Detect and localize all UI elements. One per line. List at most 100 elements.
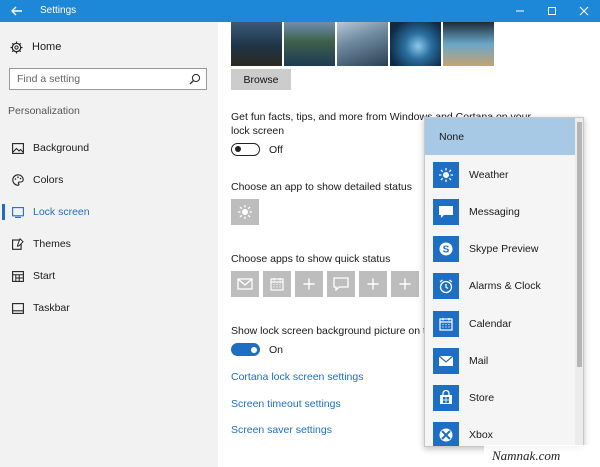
app-option-xbox[interactable]: Xbox: [425, 416, 575, 446]
xbox-icon: [433, 421, 459, 446]
background-on-signin-toggle-row: On: [231, 343, 283, 356]
search-icon[interactable]: [189, 73, 201, 88]
maximize-button[interactable]: [536, 0, 568, 22]
app-option-label: Alarms & Clock: [469, 279, 541, 292]
sidebar-item-label: Taskbar: [33, 302, 70, 314]
taskbar-icon: [12, 302, 24, 314]
background-on-signin-toggle[interactable]: [231, 343, 260, 356]
sidebar-item-label: Colors: [33, 174, 64, 186]
app-option-label: Messaging: [469, 205, 520, 218]
sidebar-item-colors[interactable]: Colors: [0, 164, 218, 196]
sidebar-nav: Background Colors Lock screen Themes Sta…: [0, 132, 218, 324]
app-option-alarms-clock[interactable]: Alarms & Clock: [425, 267, 575, 304]
app-option-store[interactable]: Store: [425, 379, 575, 416]
window-title: Settings: [40, 5, 77, 16]
app-option-label: Calendar: [469, 317, 512, 330]
recent-picture-4[interactable]: [390, 22, 441, 66]
close-button[interactable]: [568, 0, 600, 22]
recent-picture-5[interactable]: [443, 22, 494, 66]
calendar-icon: [270, 278, 284, 291]
quick-status-add-button-2[interactable]: [359, 271, 387, 297]
calendar-icon: [433, 310, 459, 337]
weather-icon: [433, 161, 459, 188]
title-bar: Settings: [0, 0, 600, 22]
back-arrow-icon: [11, 6, 22, 16]
sidebar: Home Personalization Background Colors L…: [0, 22, 218, 467]
flyout-scrollbar-thumb[interactable]: [577, 122, 582, 367]
minimize-icon: [516, 10, 524, 12]
image-icon: [12, 142, 24, 154]
plus-icon: [303, 278, 315, 290]
screen-saver-settings-link[interactable]: Screen saver settings: [231, 424, 332, 436]
sidebar-item-themes[interactable]: Themes: [0, 228, 218, 260]
background-on-signin-toggle-state: On: [269, 343, 284, 356]
back-button[interactable]: [0, 0, 34, 22]
recent-picture-1[interactable]: [231, 22, 282, 66]
app-option-skype-preview[interactable]: S Skype Preview: [425, 230, 575, 267]
store-icon: [433, 384, 459, 411]
themes-icon: [12, 238, 24, 250]
home-nav-item[interactable]: Home: [10, 39, 61, 55]
sidebar-item-label: Background: [33, 142, 90, 154]
quick-status-add-button-1[interactable]: [295, 271, 323, 297]
weather-icon: [238, 205, 252, 219]
recent-pictures-strip: [231, 22, 494, 66]
gear-icon: [10, 41, 23, 53]
fun-facts-toggle-row: Off: [231, 143, 283, 156]
search-input[interactable]: [10, 69, 180, 89]
maximize-icon: [548, 7, 556, 15]
quick-status-tiles: [231, 271, 419, 297]
sidebar-item-label: Lock screen: [33, 206, 90, 218]
home-label: Home: [32, 41, 62, 53]
app-option-none[interactable]: None: [425, 118, 575, 155]
start-icon: [12, 270, 24, 282]
browse-button[interactable]: Browse: [231, 69, 291, 90]
app-option-messaging[interactable]: Messaging: [425, 193, 575, 230]
sidebar-item-label: Start: [33, 270, 56, 282]
app-option-mail[interactable]: Mail: [425, 342, 575, 379]
cortana-lock-screen-settings-link[interactable]: Cortana lock screen settings: [231, 371, 363, 383]
app-option-label: Xbox: [469, 428, 493, 441]
search-box[interactable]: [9, 68, 207, 90]
fun-facts-toggle-state: Off: [269, 143, 283, 156]
app-option-label: Mail: [469, 354, 489, 367]
detailed-status-app-button[interactable]: [231, 199, 259, 225]
mail-icon: [433, 347, 459, 374]
recent-picture-2[interactable]: [284, 22, 335, 66]
screen-timeout-settings-link[interactable]: Screen timeout settings: [231, 398, 341, 410]
svg-text:S: S: [443, 244, 450, 255]
messaging-icon: [433, 198, 459, 225]
messaging-icon: [333, 277, 349, 291]
sidebar-item-taskbar[interactable]: Taskbar: [0, 292, 218, 324]
quick-status-label: Choose apps to show quick status: [231, 253, 391, 265]
palette-icon: [12, 174, 24, 186]
plus-icon: [367, 278, 379, 290]
plus-icon: [399, 278, 411, 290]
quick-status-add-button-3[interactable]: [391, 271, 419, 297]
app-option-weather[interactable]: Weather: [425, 156, 575, 193]
section-label-personalization: Personalization: [8, 105, 80, 117]
app-option-calendar[interactable]: Calendar: [425, 305, 575, 342]
detailed-status-label: Choose an app to show detailed status: [231, 181, 412, 193]
close-icon: [579, 6, 589, 16]
quick-status-calendar-button[interactable]: [263, 271, 291, 297]
lock-screen-icon: [12, 206, 24, 218]
sidebar-item-start[interactable]: Start: [0, 260, 218, 292]
sidebar-item-label: Themes: [33, 238, 71, 250]
sidebar-item-background[interactable]: Background: [0, 132, 218, 164]
skype-icon: S: [433, 235, 459, 262]
alarm-clock-icon: [433, 272, 459, 299]
app-picker-flyout: None Weather Messaging S Skype Preview A…: [424, 117, 584, 447]
mail-icon: [237, 278, 253, 290]
recent-picture-3[interactable]: [337, 22, 388, 66]
quick-status-messaging-button[interactable]: [327, 271, 355, 297]
quick-status-mail-button[interactable]: [231, 271, 259, 297]
app-option-label: Skype Preview: [469, 242, 539, 255]
fun-facts-toggle[interactable]: [231, 143, 260, 156]
app-option-label: None: [439, 130, 465, 143]
flyout-scrollbar[interactable]: [575, 118, 583, 446]
sidebar-item-lock-screen[interactable]: Lock screen: [0, 196, 218, 228]
app-option-label: Weather: [469, 168, 509, 181]
watermark: Namnak.com: [484, 445, 600, 467]
minimize-button[interactable]: [504, 0, 536, 22]
